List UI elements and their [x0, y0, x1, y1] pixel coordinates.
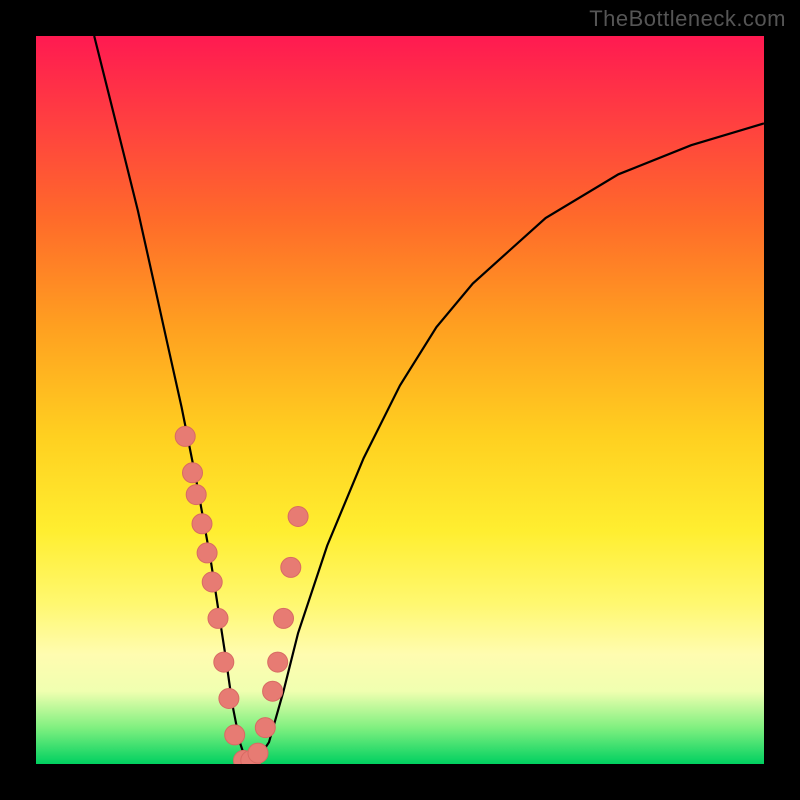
marker-dot	[214, 652, 234, 672]
marker-dot	[248, 743, 268, 763]
marker-dot	[208, 608, 228, 628]
marker-dot	[268, 652, 288, 672]
marker-dot	[274, 608, 294, 628]
bottleneck-curve	[94, 36, 764, 764]
marker-dot	[288, 507, 308, 527]
marker-dot	[255, 718, 275, 738]
watermark-text: TheBottleneck.com	[589, 6, 786, 32]
marker-dot	[263, 681, 283, 701]
marker-dot	[186, 485, 206, 505]
marker-dot	[197, 543, 217, 563]
marker-dot	[183, 463, 203, 483]
marker-dot	[175, 426, 195, 446]
curve-svg	[36, 36, 764, 764]
highlight-markers	[175, 426, 308, 764]
marker-dot	[219, 689, 239, 709]
marker-dot	[192, 514, 212, 534]
chart-frame: TheBottleneck.com	[0, 0, 800, 800]
plot-area	[36, 36, 764, 764]
marker-dot	[225, 725, 245, 745]
marker-dot	[281, 557, 301, 577]
marker-dot	[202, 572, 222, 592]
